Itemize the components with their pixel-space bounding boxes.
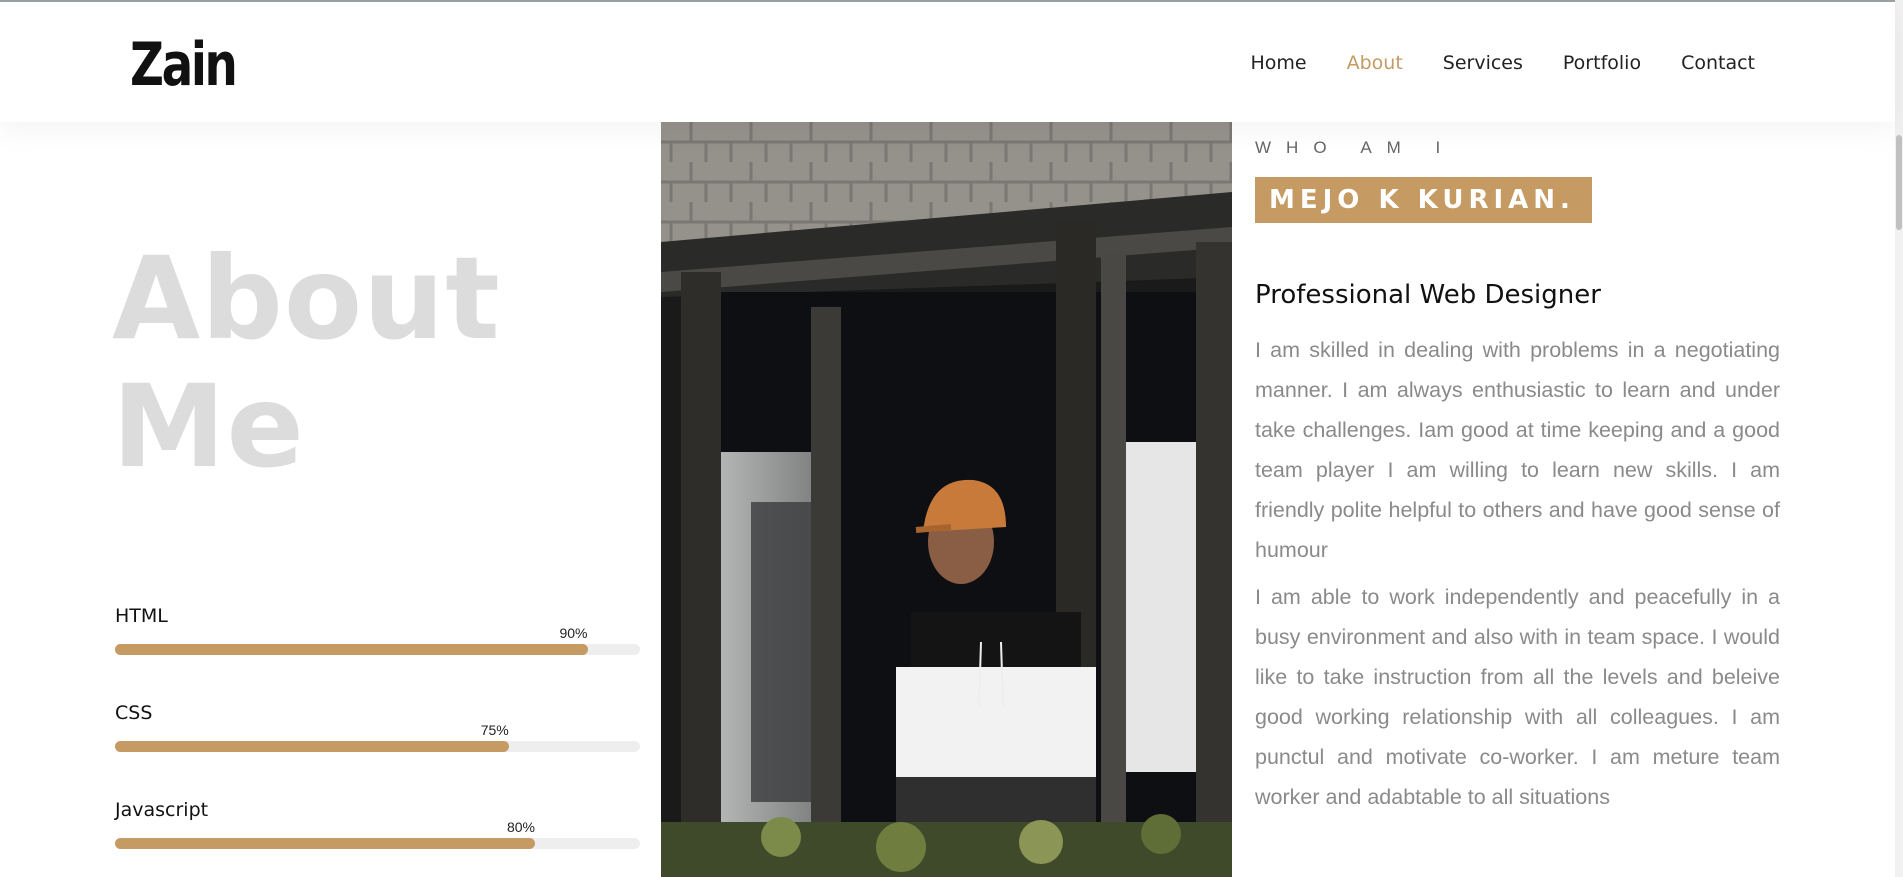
- page-scrollbar[interactable]: [1895, 0, 1903, 877]
- nav-portfolio[interactable]: Portfolio: [1563, 52, 1641, 74]
- skill-css: CSS 75%: [115, 702, 640, 752]
- portrait-photo: [661, 122, 1232, 877]
- skill-percent: 80%: [506, 819, 535, 835]
- section-title: About Me: [112, 235, 501, 491]
- skill-bar-fill: [115, 741, 509, 752]
- skill-label: HTML: [115, 605, 168, 627]
- section-title-line2: Me: [112, 360, 305, 493]
- skill-label: CSS: [115, 702, 153, 724]
- eyebrow-label: WHO AM I: [1255, 138, 1456, 157]
- skill-label: Javascript: [115, 799, 209, 821]
- bio-paragraph-2: I am able to work independently and peac…: [1255, 585, 1780, 809]
- name-badge: MEJO K KURIAN.: [1255, 177, 1592, 223]
- nav-home[interactable]: Home: [1250, 52, 1306, 74]
- site-header: Zain Home About Services Portfolio Conta…: [0, 2, 1895, 122]
- role-heading: Professional Web Designer: [1255, 280, 1601, 310]
- portrait-illustration: [661, 122, 1232, 877]
- skill-bar-fill: [115, 644, 588, 655]
- nav-contact[interactable]: Contact: [1681, 52, 1755, 74]
- skill-bar-fill: [115, 838, 535, 849]
- skill-percent: 90%: [559, 625, 588, 641]
- nav-services[interactable]: Services: [1443, 52, 1523, 74]
- nav-about[interactable]: About: [1347, 52, 1403, 74]
- main-nav: Home About Services Portfolio Contact: [1250, 52, 1755, 74]
- skill-html: HTML 90%: [115, 605, 640, 655]
- skill-javascript: Javascript 80%: [115, 799, 640, 849]
- skill-bar-track: [115, 838, 640, 849]
- scrollbar-thumb[interactable]: [1896, 135, 1902, 230]
- skill-percent: 75%: [480, 722, 509, 738]
- skill-bar-track: [115, 741, 640, 752]
- section-title-line1: About: [112, 232, 501, 365]
- site-logo[interactable]: Zain: [130, 30, 238, 100]
- skill-bar-track: [115, 644, 640, 655]
- bio-paragraph-1: I am skilled in dealing with problems in…: [1255, 338, 1780, 562]
